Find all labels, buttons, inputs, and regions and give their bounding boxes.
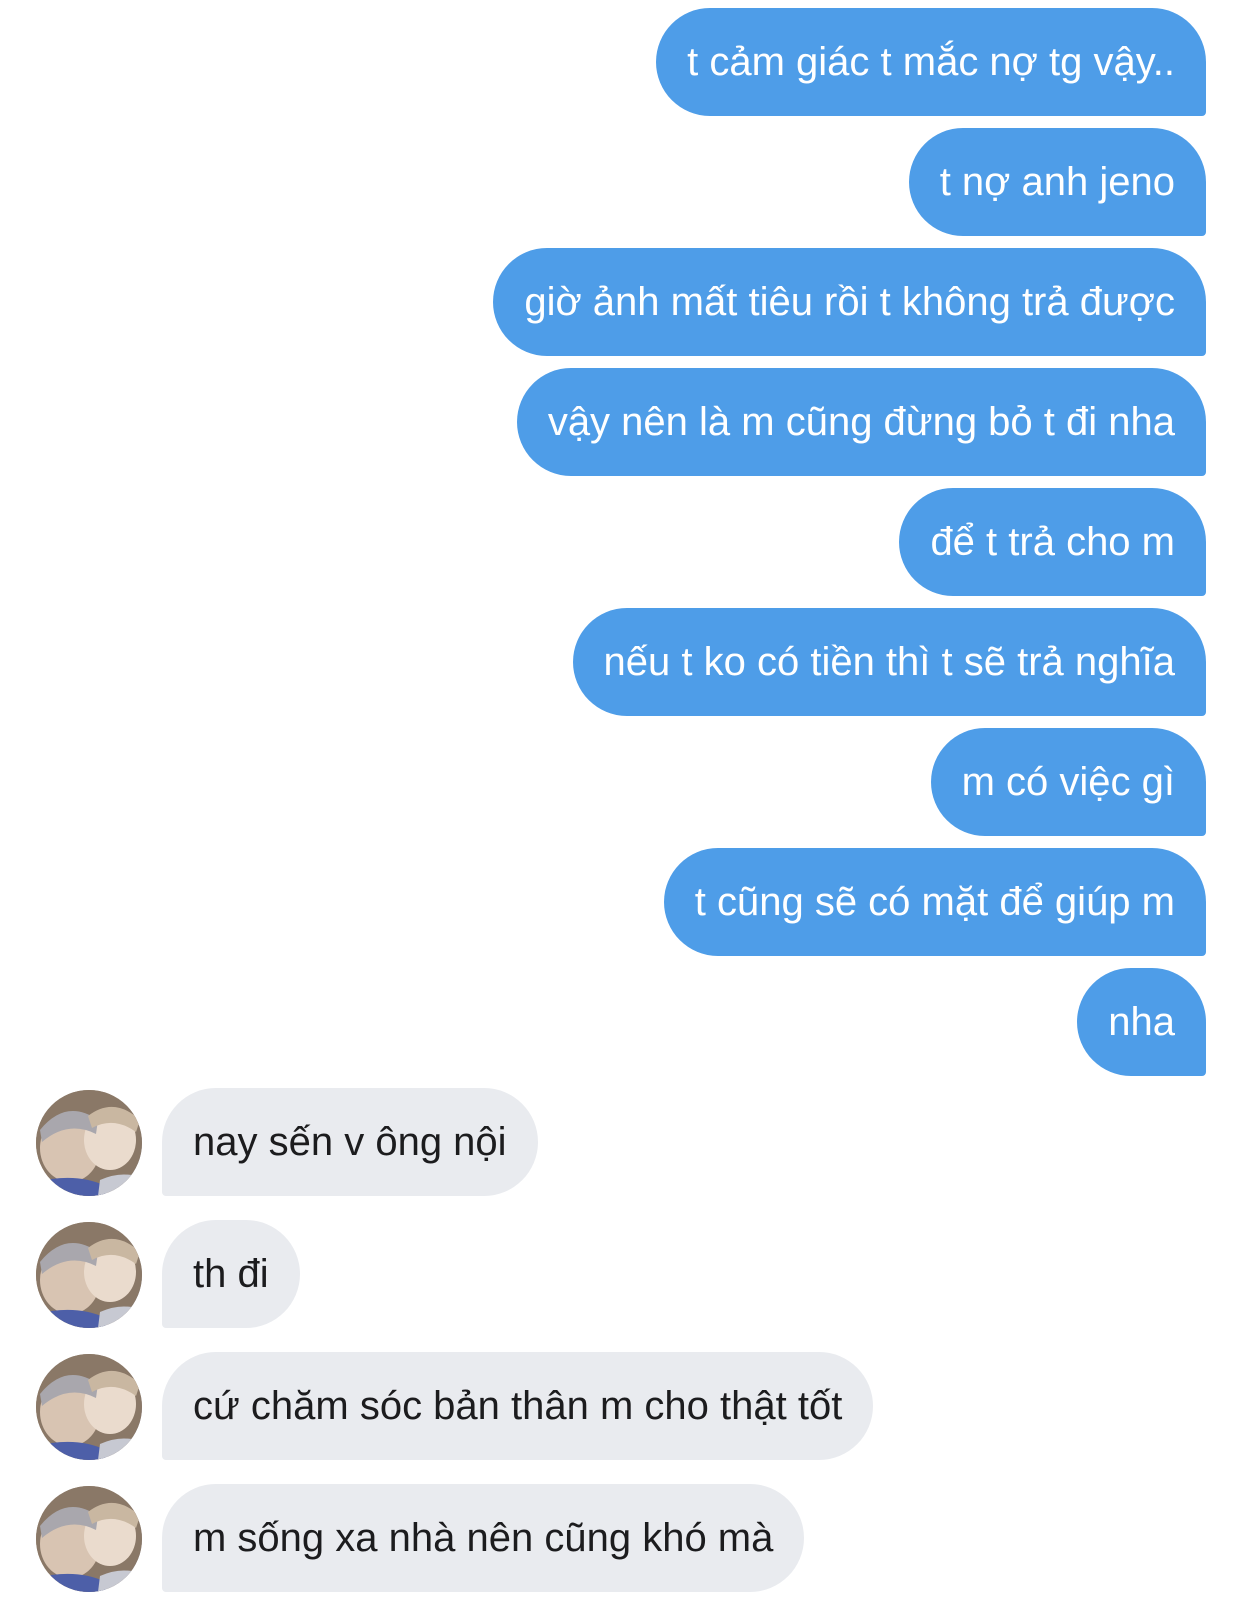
message-text: m sống xa nhà nên cũng khó mà: [193, 1516, 774, 1560]
message-text: t cũng sẽ có mặt để giúp m: [694, 880, 1175, 924]
message-text: nay sến v ông nội: [193, 1120, 507, 1164]
outgoing-message[interactable]: nha: [1077, 968, 1206, 1076]
message-text: giờ ảnh mất tiêu rồi t không trả được: [524, 280, 1175, 324]
incoming-message[interactable]: nay sến v ông nội: [162, 1088, 538, 1196]
outgoing-message[interactable]: nếu t ko có tiền thì t sẽ trả nghĩa: [572, 608, 1206, 716]
outgoing-message[interactable]: t cũng sẽ có mặt để giúp m: [663, 848, 1206, 956]
message-text: cứ chăm sóc bản thân m cho thật tốt: [193, 1384, 843, 1428]
contact-avatar-icon[interactable]: [36, 1222, 142, 1328]
message-text: t nợ anh jeno: [939, 160, 1175, 204]
message-text: m có việc gì: [961, 760, 1175, 804]
outgoing-message[interactable]: t cảm giác t mắc nợ tg vậy..: [656, 8, 1206, 116]
incoming-message[interactable]: m sống xa nhà nên cũng khó mà: [162, 1484, 805, 1592]
contact-avatar-icon[interactable]: [36, 1486, 142, 1592]
message-text: nếu t ko có tiền thì t sẽ trả nghĩa: [603, 640, 1175, 684]
outgoing-message[interactable]: vậy nên là m cũng đừng bỏ t đi nha: [516, 368, 1206, 476]
avatar-photo-icon: [36, 1222, 142, 1328]
outgoing-message[interactable]: m có việc gì: [930, 728, 1206, 836]
contact-avatar-icon[interactable]: [36, 1090, 142, 1196]
avatar-photo-icon: [36, 1090, 142, 1196]
message-text: để t trả cho m: [930, 520, 1175, 564]
message-text: t cảm giác t mắc nợ tg vậy..: [687, 40, 1175, 84]
incoming-message[interactable]: cứ chăm sóc bản thân m cho thật tốt: [162, 1352, 874, 1460]
message-text: nha: [1108, 1000, 1175, 1044]
avatar-photo-icon: [36, 1354, 142, 1460]
outgoing-message[interactable]: để t trả cho m: [899, 488, 1206, 596]
message-text: th đi: [193, 1252, 269, 1296]
contact-avatar-icon[interactable]: [36, 1354, 142, 1460]
incoming-message[interactable]: th đi: [162, 1220, 300, 1328]
avatar-photo-icon: [36, 1486, 142, 1592]
outgoing-message[interactable]: giờ ảnh mất tiêu rồi t không trả được: [493, 248, 1206, 356]
outgoing-message[interactable]: t nợ anh jeno: [908, 128, 1206, 236]
message-text: vậy nên là m cũng đừng bỏ t đi nha: [547, 400, 1175, 444]
